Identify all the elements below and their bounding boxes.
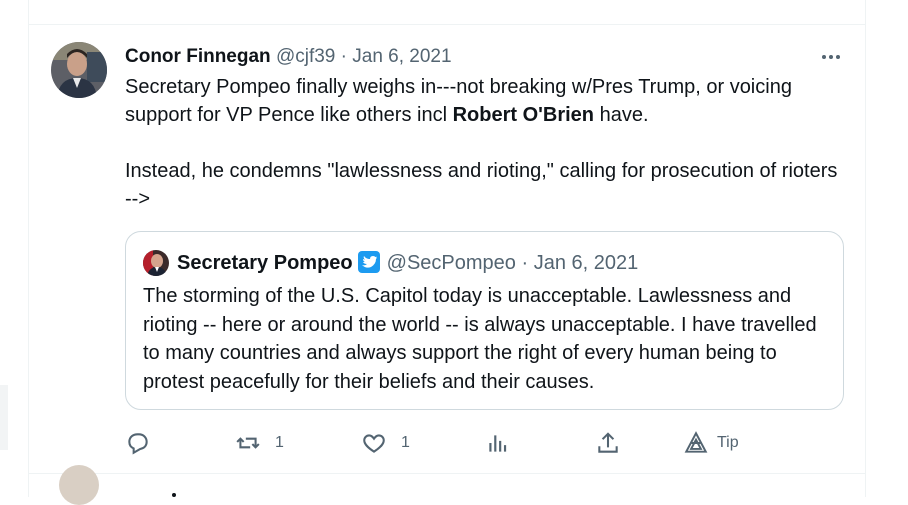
quoted-avatar-image [143, 250, 169, 276]
mention-link[interactable]: Robert O'Brien [453, 104, 594, 126]
author-name[interactable]: Conor Finnegan [125, 46, 271, 67]
tweet-text-segment: have. [594, 104, 649, 126]
separator: · [340, 46, 347, 67]
avatar[interactable] [51, 42, 107, 98]
views-icon[interactable] [513, 0, 533, 6]
bookmark-icon[interactable] [585, 0, 605, 6]
verified-badge-icon [357, 251, 380, 273]
timeline: Conor Finnegan @cjf39 · Jan 6, 2021 Secr… [28, 0, 866, 505]
quoted-author-name: Secretary Pompeo [177, 252, 353, 274]
avatar-image [51, 42, 107, 98]
quoted-date: Jan 6, 2021 [533, 252, 639, 274]
tip-icon[interactable] [699, 0, 719, 6]
views-icon [489, 435, 507, 452]
author-handle[interactable]: @cjf39 [276, 46, 335, 67]
tweet-date[interactable]: Jan 6, 2021 [352, 46, 451, 67]
quoted-tweet[interactable]: Secretary Pompeo @SecPompeo · Jan 6, 202… [125, 231, 844, 410]
tweet-text: Secretary Pompeo finally weighs in---not… [125, 73, 845, 213]
tweet-header: Conor Finnegan @cjf39 · Jan 6, 2021 [125, 45, 452, 69]
quoted-header: Secretary Pompeo @SecPompeo · Jan 6, 202… [177, 249, 638, 277]
tip-icon [684, 431, 708, 453]
separator: · [521, 252, 529, 274]
next-tweet-avatar[interactable] [59, 465, 99, 505]
share-icon[interactable] [653, 0, 673, 6]
tip-button[interactable]: Tip [683, 425, 739, 461]
left-gutter [0, 0, 8, 497]
tweet-paragraph-1: Secretary Pompeo finally weighs in---not… [125, 73, 845, 129]
reply-icon[interactable] [127, 0, 147, 6]
more-dots-icon[interactable] [819, 45, 843, 69]
quoted-avatar [143, 250, 169, 276]
retweet-button[interactable]: 1 [235, 425, 284, 461]
heart-icon [363, 434, 385, 453]
next-tweet-text-fragment [172, 493, 176, 497]
quoted-handle: @SecPompeo [386, 252, 516, 274]
heart-icon[interactable] [385, 0, 405, 6]
tweet-paragraph-2: Instead, he condemns "lawlessness and ri… [125, 160, 838, 210]
share-icon [598, 432, 618, 453]
tweet[interactable]: Conor Finnegan @cjf39 · Jan 6, 2021 Secr… [29, 25, 865, 474]
quoted-text: The storming of the U.S. Capitol today i… [143, 285, 817, 393]
tweet-actions: 1 1 Tip [125, 425, 825, 461]
retweet-icon [236, 437, 260, 449]
previous-tweet-actions [29, 0, 865, 25]
reply-icon [128, 433, 148, 455]
reply-button[interactable] [125, 425, 151, 461]
like-count: 1 [401, 434, 410, 451]
like-button[interactable]: 1 [361, 425, 410, 461]
retweet-icon[interactable] [251, 0, 271, 6]
views-button[interactable] [485, 425, 511, 461]
retweet-count: 1 [275, 434, 284, 451]
tip-label: Tip [717, 434, 739, 451]
share-button[interactable] [595, 425, 621, 461]
